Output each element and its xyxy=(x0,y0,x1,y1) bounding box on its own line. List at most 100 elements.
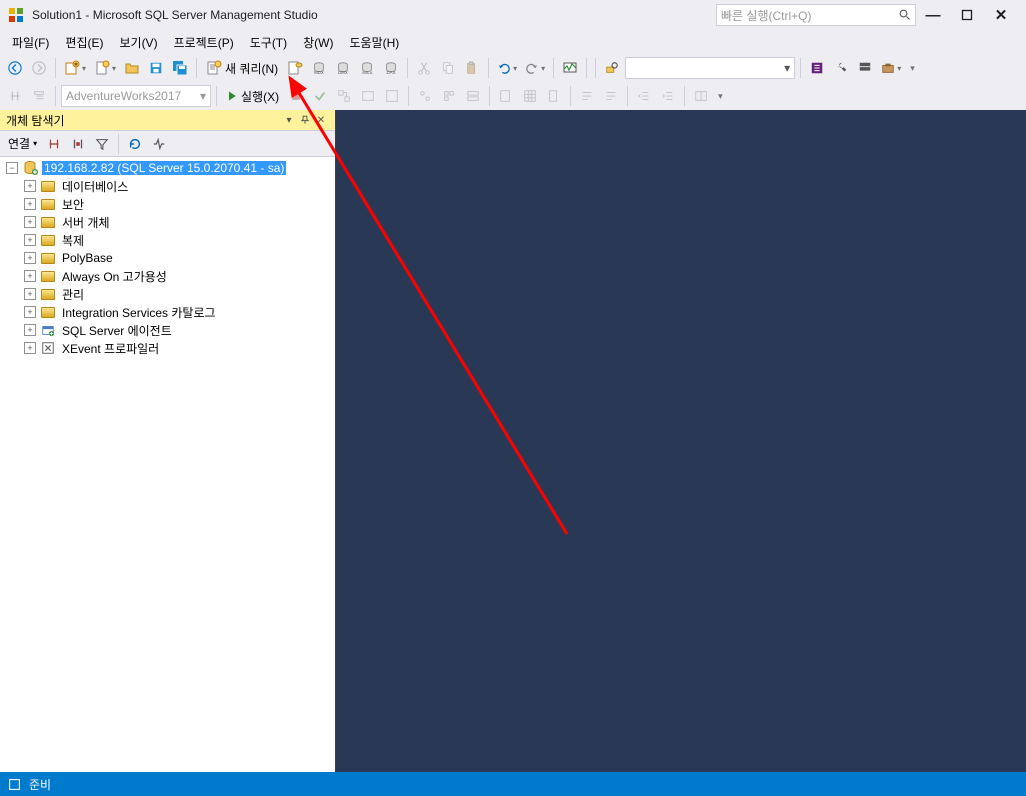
activity-monitor-button[interactable] xyxy=(559,57,581,79)
tree-node-alwayson[interactable]: + Always On 고가용성 xyxy=(0,267,335,285)
uncomment-button[interactable] xyxy=(600,85,622,107)
tree-node-security[interactable]: +보안 xyxy=(0,195,335,213)
toolbar-separator xyxy=(118,134,119,154)
extensions-button[interactable] xyxy=(806,57,828,79)
find-combo[interactable]: ▾ xyxy=(625,57,795,79)
activity-icon[interactable] xyxy=(148,133,170,155)
open-file-button[interactable] xyxy=(121,57,143,79)
query-options-button[interactable] xyxy=(357,85,379,107)
maximize-button[interactable] xyxy=(950,2,984,28)
undo-dropdown[interactable]: ▾ xyxy=(494,57,520,79)
menu-tools[interactable]: 도구(T) xyxy=(242,31,295,54)
dax-query-button[interactable]: DAX xyxy=(380,57,402,79)
properties-button[interactable] xyxy=(830,57,852,79)
new-project-dropdown[interactable]: ✱▾ xyxy=(61,57,89,79)
increase-indent-button[interactable] xyxy=(657,85,679,107)
menu-view[interactable]: 보기(V) xyxy=(111,31,165,54)
tree-expander-icon[interactable]: + xyxy=(24,270,36,282)
tree-expander-icon[interactable]: + xyxy=(24,306,36,318)
results-to-text-button[interactable] xyxy=(495,85,517,107)
parse-button[interactable] xyxy=(309,85,331,107)
save-all-button[interactable] xyxy=(169,57,191,79)
toolbar-overflow[interactable]: ▾ xyxy=(718,91,723,102)
tree-expander-icon[interactable]: + xyxy=(24,216,36,228)
xmla-query-button[interactable]: XMLA xyxy=(356,57,378,79)
redo-dropdown[interactable]: ▾ xyxy=(522,57,548,79)
client-stats-button[interactable] xyxy=(462,85,484,107)
menu-window[interactable]: 창(W) xyxy=(295,31,341,54)
menu-file[interactable]: 파일(F) xyxy=(4,31,57,54)
connect-dropdown[interactable]: 연결▾ xyxy=(4,133,41,155)
tree-expander-icon[interactable]: + xyxy=(24,324,36,336)
available-databases-button[interactable] xyxy=(28,85,50,107)
minimize-button[interactable]: — xyxy=(916,2,950,28)
quick-launch-search[interactable]: 빠른 실행(Ctrl+Q) xyxy=(716,4,916,26)
tree-server-node[interactable]: − 192.168.2.82 (SQL Server 15.0.2070.41 … xyxy=(0,159,335,177)
stop-button[interactable] xyxy=(67,133,89,155)
new-query-button[interactable]: 새 쿼리(N) xyxy=(202,57,282,79)
new-item-dropdown[interactable]: ▾ xyxy=(91,57,119,79)
copy-button[interactable] xyxy=(437,57,459,79)
tree-expander-icon[interactable]: + xyxy=(24,180,36,192)
panel-close-icon[interactable]: ✕ xyxy=(313,112,329,128)
menu-edit[interactable]: 편집(E) xyxy=(57,31,111,54)
window-title: Solution1 - Microsoft SQL Server Managem… xyxy=(32,8,318,22)
database-combo[interactable]: AdventureWorks2017▾ xyxy=(61,85,211,107)
refresh-button[interactable] xyxy=(124,133,146,155)
tree-expander-icon[interactable]: − xyxy=(6,162,18,174)
paste-button[interactable] xyxy=(461,57,483,79)
tree-node-label: Integration Services 카탈로그 xyxy=(60,304,218,321)
results-to-grid-button[interactable] xyxy=(519,85,541,107)
specify-values-button[interactable] xyxy=(690,85,712,107)
tree-node-integration-services[interactable]: + Integration Services 카탈로그 xyxy=(0,303,335,321)
database-engine-query-button[interactable] xyxy=(284,57,306,79)
agent-icon xyxy=(40,322,56,338)
toolbar-separator xyxy=(407,58,408,78)
mdx-query-button[interactable]: MDX xyxy=(308,57,330,79)
results-to-file-button[interactable] xyxy=(543,85,565,107)
tree-expander-icon[interactable]: + xyxy=(24,234,36,246)
filter-button[interactable] xyxy=(91,133,113,155)
tree-node-polybase[interactable]: +PolyBase xyxy=(0,249,335,267)
change-connection-button[interactable] xyxy=(4,85,26,107)
toolbox-dropdown[interactable]: ▾ xyxy=(878,57,904,79)
tree-expander-icon[interactable]: + xyxy=(24,198,36,210)
tree-node-management[interactable]: +관리 xyxy=(0,285,335,303)
display-plan-button[interactable] xyxy=(333,85,355,107)
tree-expander-icon[interactable]: + xyxy=(24,342,36,354)
execute-button[interactable]: 실행(X) xyxy=(222,85,283,107)
close-button[interactable]: ✕ xyxy=(984,2,1018,28)
panel-dropdown-icon[interactable]: ▾ xyxy=(281,112,297,128)
tree-node-sql-agent[interactable]: +SQL Server 에이전트 xyxy=(0,321,335,339)
tree-node-replication[interactable]: +복제 xyxy=(0,231,335,249)
document-area xyxy=(336,110,1026,772)
menu-project[interactable]: 프로젝트(P) xyxy=(166,31,242,54)
cancel-query-button[interactable] xyxy=(285,85,307,107)
nav-forward-button[interactable] xyxy=(28,57,50,79)
intellisense-button[interactable] xyxy=(381,85,403,107)
nav-back-button[interactable] xyxy=(4,57,26,79)
tree-node-xevent[interactable]: +XEvent 프로파일러 xyxy=(0,339,335,357)
tree-expander-icon[interactable]: + xyxy=(24,288,36,300)
svg-text:DMX: DMX xyxy=(338,70,348,75)
dmx-query-button[interactable]: DMX xyxy=(332,57,354,79)
cut-button[interactable] xyxy=(413,57,435,79)
include-actual-plan-button[interactable] xyxy=(414,85,436,107)
folder-icon xyxy=(40,286,56,302)
tree-node-server-objects[interactable]: +서버 개체 xyxy=(0,213,335,231)
tree-node-label: Always On 고가용성 xyxy=(60,268,169,285)
menu-help[interactable]: 도움말(H) xyxy=(342,31,408,54)
find-button[interactable] xyxy=(601,57,623,79)
decrease-indent-button[interactable] xyxy=(633,85,655,107)
tree-node-databases[interactable]: +데이터베이스 xyxy=(0,177,335,195)
tree-expander-icon[interactable]: + xyxy=(24,252,36,264)
disconnect-button[interactable] xyxy=(43,133,65,155)
pin-icon[interactable] xyxy=(297,112,313,128)
live-query-stats-button[interactable] xyxy=(438,85,460,107)
object-explorer-tree[interactable]: − 192.168.2.82 (SQL Server 15.0.2070.41 … xyxy=(0,157,335,772)
registered-servers-button[interactable] xyxy=(854,57,876,79)
folder-icon xyxy=(40,250,56,266)
comment-button[interactable] xyxy=(576,85,598,107)
toolbar-overflow[interactable]: ▾ xyxy=(910,63,915,74)
save-button[interactable] xyxy=(145,57,167,79)
